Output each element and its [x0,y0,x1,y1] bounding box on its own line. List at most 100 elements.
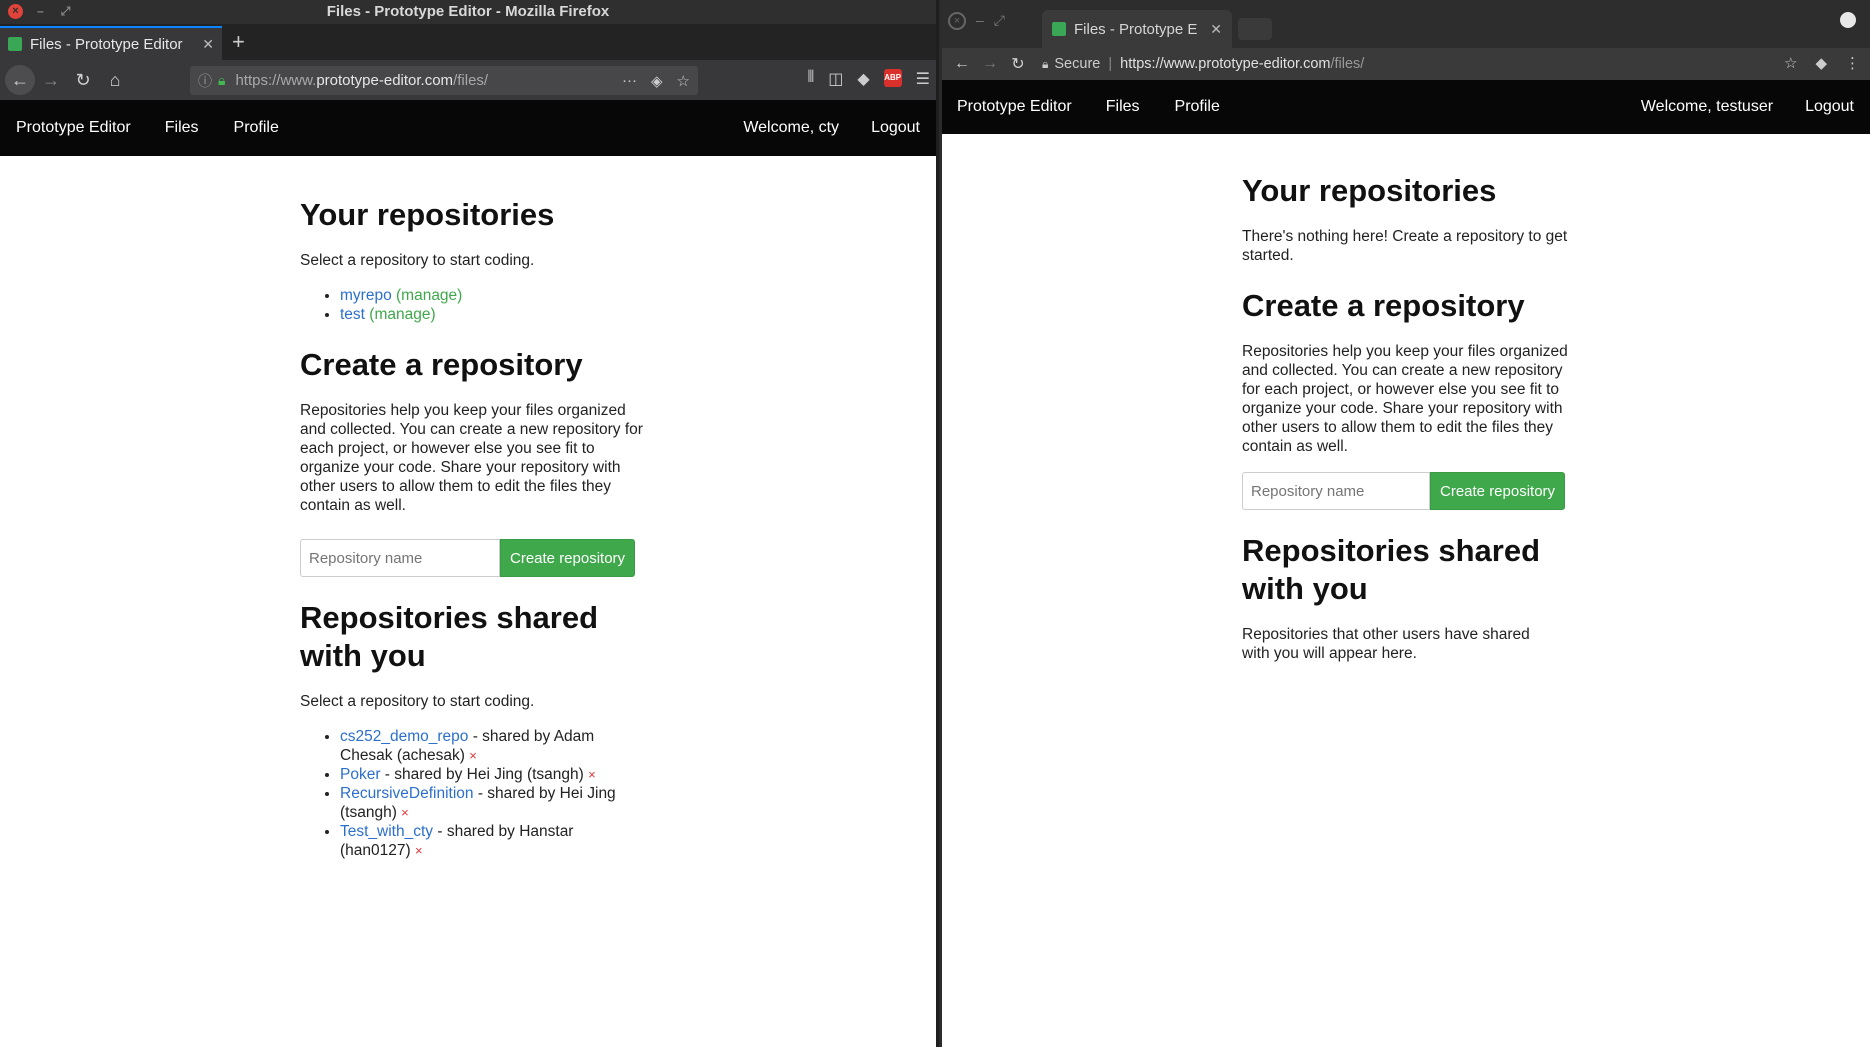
kebab-menu-icon[interactable]: ⋮ [1845,54,1860,72]
back-arrow-icon[interactable]: ← [5,65,35,95]
url-prefix: https://www. [1120,56,1199,72]
create-repository-form: Create repository [1242,472,1582,511]
lock-icon: 🔒︎ [218,72,226,88]
window-maximize-icon[interactable]: ⤢ [994,12,1005,30]
url-bar[interactable]: ⓘ 🔒︎ https://www. prototype-editor.com /… [190,66,698,95]
manage-link[interactable]: (manage) [396,287,462,304]
repo-link[interactable]: cs252_demo_repo [340,728,468,745]
window-close-icon[interactable]: × [948,12,966,30]
shared-repositories-heading: Repositories shared with you [300,600,599,673]
create-repository-button[interactable]: Create repository [1430,472,1566,511]
extension-icon[interactable]: ◆ [1815,54,1827,72]
library-icon[interactable]: ⫴ [807,69,814,89]
back-arrow-icon[interactable]: ← [948,55,976,73]
forward-arrow-icon[interactable]: → [35,70,67,91]
menu-icon[interactable]: ☰ [916,69,930,89]
firefox-tabstrip: Files - Prototype Editor ✕ + [0,24,936,60]
repo-link[interactable]: test [340,306,365,323]
shared-repositories-heading: Repositories shared with you [1242,533,1541,606]
nav-files[interactable]: Files [165,119,199,137]
home-icon[interactable]: ⌂ [99,70,131,91]
pocket-icon[interactable]: ◈ [651,72,663,90]
window-controls: × – ⤢ [948,12,1005,30]
remove-icon[interactable]: × [415,843,423,858]
chrome-tabstrip: × – ⤢ Files - Prototype E ✕ [942,0,1870,48]
list-item: Test_with_cty - shared by Hanstar (han01… [340,822,645,860]
favicon-icon [8,37,22,51]
window-maximize-icon[interactable]: ⤢ [58,4,73,19]
site-navbar: Prototype Editor Files Profile Welcome, … [942,80,1870,134]
forward-arrow-icon[interactable]: → [976,55,1004,73]
your-repositories-heading: Your repositories [1242,173,1497,208]
shared-repositories-empty-message: Repositories that other users have share… [1242,625,1530,662]
new-tab-button[interactable] [1238,18,1272,40]
window-close-icon[interactable]: × [8,4,23,19]
empty-repositories-message: There's nothing here! Create a repositor… [1242,228,1568,265]
your-repositories-heading: Your repositories [300,197,555,232]
window-title: Files - Prototype Editor - Mozilla Firef… [326,3,610,20]
create-repository-form: Create repository [300,539,645,578]
tab-close-icon[interactable]: ✕ [202,36,214,53]
remove-icon[interactable]: × [401,805,409,820]
repo-link[interactable]: Poker [340,766,381,783]
extension-icon[interactable]: ◆ [857,69,869,89]
tab-close-icon[interactable]: ✕ [1210,21,1222,38]
repository-name-input[interactable] [300,539,500,578]
url-host: prototype-editor.com [316,72,454,89]
chrome-window: × – ⤢ Files - Prototype E ✕ ← → ↻ 🔒︎ Sec… [942,0,1870,1047]
nav-welcome[interactable]: Welcome, testuser [1641,98,1773,116]
window-minimize-icon[interactable]: – [33,4,48,19]
firefox-window: × – ⤢ Files - Prototype Editor - Mozilla… [0,0,939,1047]
repo-link[interactable]: myrepo [340,287,392,304]
manage-link[interactable]: (manage) [369,306,435,323]
nav-brand[interactable]: Prototype Editor [957,98,1072,116]
shared-by-text: - shared by Hei Jing (tsangh) [380,765,589,783]
lock-icon: 🔒︎ [1042,56,1049,71]
create-repository-heading: Create a repository [1242,288,1525,324]
sidebar-icon[interactable]: ◫ [828,69,843,89]
nav-brand[interactable]: Prototype Editor [16,119,131,137]
nav-welcome[interactable]: Welcome, cty [743,119,839,137]
user-profile-icon[interactable] [1840,12,1856,28]
repository-name-input[interactable] [1242,472,1430,511]
window-controls: × – ⤢ [8,4,73,19]
list-item: test (manage) [340,305,645,324]
bookmark-star-icon[interactable]: ☆ [677,72,690,90]
url-path: /files/ [453,72,489,89]
create-repository-button[interactable]: Create repository [500,539,636,578]
create-repository-heading: Create a repository [300,347,583,383]
files-page-content: Your repositories Select a repository to… [300,196,645,860]
secure-label: Secure [1054,56,1101,72]
omnibox[interactable]: 🔒︎ Secure | https://www.prototype-editor… [1042,51,1792,77]
url-host: prototype-editor.com [1198,56,1331,72]
list-item: myrepo (manage) [340,286,645,305]
create-repository-description: Repositories help you keep your files or… [300,402,643,515]
favicon-icon [1052,22,1066,36]
adblock-icon[interactable]: ABP [883,69,902,87]
shared-repositories-intro: Select a repository to start coding. [300,692,535,710]
info-icon[interactable]: ⓘ [198,71,212,91]
nav-profile[interactable]: Profile [234,119,279,137]
nav-profile[interactable]: Profile [1175,98,1220,116]
new-tab-icon[interactable]: + [232,30,245,54]
url-prefix: https://www. [235,72,317,89]
bookmark-star-icon[interactable]: ☆ [1784,54,1797,72]
repo-link[interactable]: RecursiveDefinition [340,785,474,802]
your-repositories-intro: Select a repository to start coding. [300,252,535,270]
tab-title: Files - Prototype E [1074,20,1198,38]
repository-list: myrepo (manage) test (manage) [340,286,645,324]
window-minimize-icon[interactable]: – [976,12,984,30]
firefox-toolbar: ← → ↻ ⌂ ⓘ 🔒︎ https://www. prototype-edit… [0,60,936,100]
browser-tab-files[interactable]: Files - Prototype E ✕ [1042,10,1232,48]
browser-tab-files[interactable]: Files - Prototype Editor ✕ [0,26,222,60]
page-actions-icon[interactable]: ··· [622,72,637,90]
repo-link[interactable]: Test_with_cty [340,823,433,840]
remove-icon[interactable]: × [469,748,477,763]
nav-files[interactable]: Files [1106,98,1140,116]
files-page-content: Your repositories There's nothing here! … [1242,172,1582,663]
nav-logout[interactable]: Logout [1805,98,1854,116]
nav-logout[interactable]: Logout [871,119,920,137]
reload-icon[interactable]: ↻ [67,70,99,91]
remove-icon[interactable]: × [588,767,596,782]
reload-icon[interactable]: ↻ [1004,54,1032,74]
